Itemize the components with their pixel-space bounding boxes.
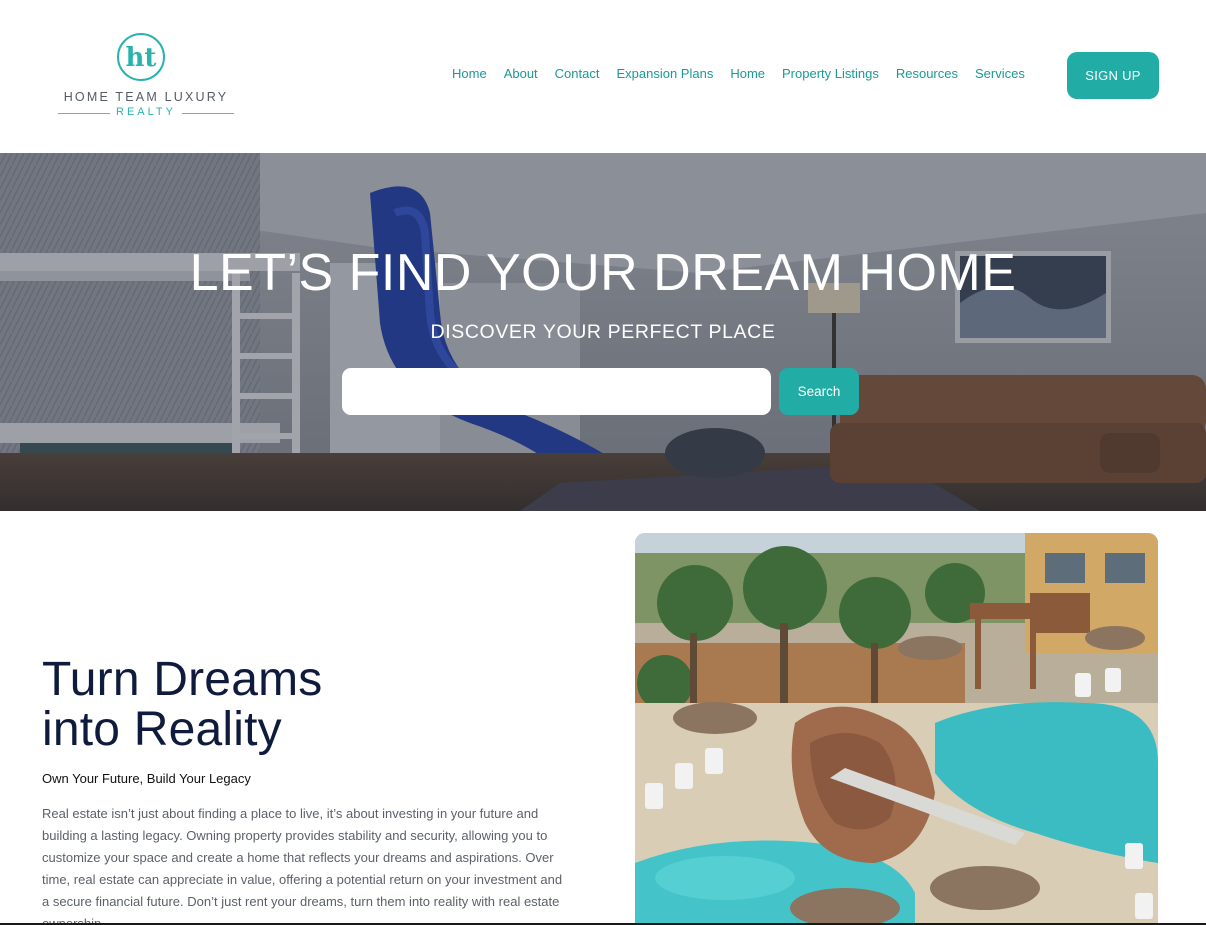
main-nav: Home About Contact Expansion Plans Home … [452,66,1042,84]
section-tagline: Own Your Future, Build Your Legacy [42,771,251,786]
nav-home-2[interactable]: Home [730,66,765,84]
nav-resources[interactable]: Resources [896,66,958,84]
section-body-text: Real estate isn’t just about finding a p… [42,806,563,925]
nav-expansion-plans[interactable]: Expansion Plans [616,66,713,84]
pool-photo-illustration [635,533,1158,925]
hero-subtitle: DISCOVER YOUR PERFECT PLACE [430,321,776,343]
brand-subline: REALTY [56,106,236,120]
hero-title: LET’S FIND YOUR DREAM HOME [189,244,1017,302]
nav-home[interactable]: Home [452,66,487,84]
search-button[interactable]: Search [779,368,859,415]
search-input[interactable] [342,368,771,415]
site-header: ht HOME TEAM LUXURY REALTY Home About Co… [0,0,1206,153]
brand-logo[interactable]: ht HOME TEAM LUXURY REALTY [56,30,236,120]
pool-resort-image [635,533,1158,925]
nav-property-listings[interactable]: Property Listings [782,66,879,84]
nav-services[interactable]: Services [975,66,1025,84]
hero-section: LET’S FIND YOUR DREAM HOME DISCOVER YOUR… [0,153,1206,511]
nav-about[interactable]: About [504,66,538,84]
section-title-line1: Turn Dreams [42,653,323,706]
svg-text:ht: ht [126,43,157,73]
brand-name: HOME TEAM LUXURY [63,90,229,104]
brand-realty: REALTY [116,106,176,118]
section-title: Turn Dreams into Reality [42,655,542,755]
section-title-line2: into Reality [42,703,282,756]
divider [182,113,234,114]
monogram-logo-icon: ht [117,33,165,81]
nav-contact[interactable]: Contact [555,66,600,84]
signup-button[interactable]: SIGN UP [1067,52,1159,99]
